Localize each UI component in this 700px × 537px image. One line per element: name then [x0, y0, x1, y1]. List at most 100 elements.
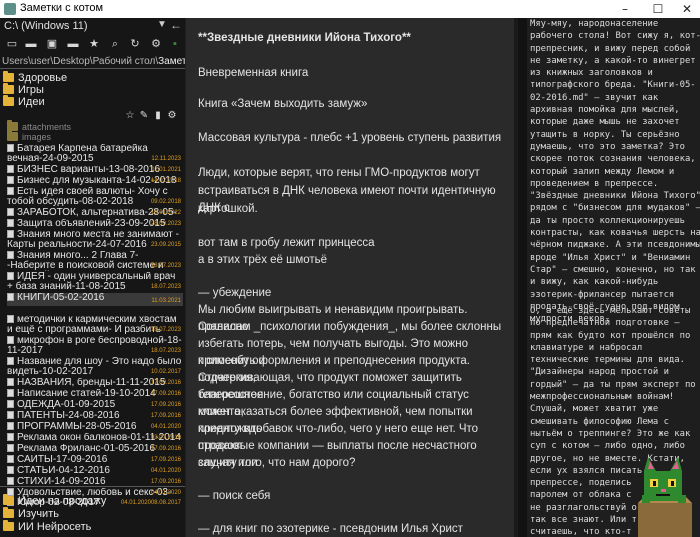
note-title: СТАТЬИ-04-12-2016	[17, 466, 110, 476]
note-item[interactable]: ИДЕЯ - один универсальный врач + база зн…	[7, 272, 183, 292]
document-icon	[7, 208, 14, 216]
panel-splitter[interactable]	[518, 18, 527, 537]
folder-item[interactable]: Изучить	[3, 507, 59, 521]
note-title: Защита объявлений-23-09-2015	[17, 219, 166, 229]
note-date: 04.01.2020	[150, 490, 181, 496]
app-cat-icon	[4, 3, 16, 15]
note-date: 17.09.2016	[150, 413, 181, 419]
document-icon	[7, 336, 14, 344]
note-item[interactable]: Знания много... 2 Глава 7- -Наберите в п…	[7, 251, 183, 271]
note-date: 04.01.2020	[150, 468, 181, 474]
note-item[interactable]: Знания много места не занимают - Карты р…	[7, 230, 183, 250]
note-title: ОДЕЖДА-01-09-2015	[17, 400, 116, 410]
note-item[interactable]: Есть идея своей валюты- Хочу с тобой обс…	[7, 187, 183, 207]
note-date: 11.03.2021	[151, 298, 181, 304]
open-folder-icon[interactable]: ▬	[24, 37, 38, 51]
trash-icon[interactable]: ▮	[151, 110, 165, 121]
document-icon	[7, 315, 14, 323]
note-item[interactable]: СТАТЬИ-04-12-2016 04.01.2020	[7, 466, 183, 476]
folder-label: Идеи	[18, 96, 45, 108]
folder-item[interactable]: Идеи на продажу	[3, 494, 106, 508]
document-icon	[7, 230, 14, 238]
note-item[interactable]: НАЗВАНИЯ, бренды-11-11-2015 17.09.2016	[7, 378, 183, 388]
note-date: 17.09.2016	[150, 391, 181, 397]
note-date: 04.01.202008.08.2017	[120, 500, 181, 506]
note-item[interactable]: КНИГИ-05-02-2016 11.03.2021	[7, 293, 183, 306]
star-icon[interactable]: ☆	[123, 110, 137, 121]
folder-actions: ☆ ✎ ▮ ⚙	[123, 110, 183, 122]
note-item[interactable]: Защита объявлений-23-09-2015 28.09.2023	[7, 219, 183, 229]
note-item[interactable]: Реклама окон балконов-01-11-2014 03.07.20…	[7, 433, 183, 443]
folder-item[interactable]: Идеи	[3, 95, 45, 109]
note-item[interactable]: Написание статей-19-10-2014 17.09.2016	[7, 389, 183, 399]
terminal-icon[interactable]: ▪	[168, 37, 182, 51]
new-file-icon[interactable]: ▭	[5, 37, 19, 51]
document-icon	[7, 293, 14, 301]
note-date: 14.02.2018	[150, 178, 181, 184]
sidebar-toolbar: ▭ ▬ ▣ ▬ ★ ⌕ ↻ ⚙ ▪	[0, 37, 185, 55]
folder-icon	[3, 95, 14, 106]
folder-item[interactable]: ИИ Нейросеть	[3, 520, 92, 534]
document-icon	[7, 411, 14, 419]
note-item[interactable]: ПРОГРАММЫ-28-05-2016 04.01.2020	[7, 422, 183, 432]
cat-comment-panel: Мяу-мяу, народонаселение рабочего стола!…	[527, 18, 700, 537]
note-item[interactable]: ПАТЕНТЫ-24-08-2016 17.09.2016	[7, 411, 183, 421]
search-icon[interactable]: ⌕	[108, 37, 122, 51]
editor-line: **Звездные дневники Ийона Тихого**	[198, 32, 411, 44]
note-item[interactable]: Название для шоу - Это надо было видеть-…	[7, 357, 183, 377]
note-item[interactable]: САЙТЫ-17-09-2016 17.09.2016	[7, 455, 183, 465]
note-title: ПРОГРАММЫ-28-05-2016	[17, 422, 137, 432]
document-icon	[7, 187, 14, 195]
folder-label: ИИ Нейросеть	[18, 521, 92, 533]
document-icon	[7, 219, 14, 227]
cat-comment-paragraph: Мяу-мяу, народонаселение рабочего стола!…	[530, 19, 700, 325]
note-title: Знания много... 2 Глава 7- -Наберите в п…	[7, 251, 164, 271]
gear-icon[interactable]: ⚙	[165, 110, 179, 121]
back-arrow-icon[interactable]: ←	[170, 18, 182, 32]
drive-selector[interactable]: C:\ (Windows 11)	[4, 20, 88, 36]
title-bar: Заметки с котом – ☐ ✕	[0, 0, 700, 18]
note-title: НАЗВАНИЯ, бренды-11-11-2015	[17, 378, 166, 388]
computer-icon[interactable]: ▣	[45, 37, 59, 51]
document-icon	[7, 165, 14, 173]
note-title: БИЗНЕС варианты-13-08-2016	[17, 165, 160, 175]
subfolder-images[interactable]: images	[7, 130, 51, 145]
note-date: 18.07.2023	[150, 327, 181, 333]
note-date: 03.07.2019	[150, 435, 181, 441]
chevron-down-icon[interactable]: ▼	[157, 19, 167, 30]
note-item[interactable]: методички к кармическим хвостам и ещё с …	[7, 315, 183, 335]
star-icon[interactable]: ★	[87, 37, 101, 51]
note-item[interactable]: БИЗНЕС варианты-13-08-2016 11.01.2021	[7, 165, 183, 175]
note-item[interactable]: ОДЕЖДА-01-09-2015 17.09.2016	[7, 400, 183, 410]
window-title: Заметки с котом	[20, 2, 104, 14]
note-item[interactable]: Реклама Фриланс-01-05-2016 17.09.2016	[7, 444, 183, 454]
note-item[interactable]: ЗАРАБОТОК, альтернатива-28-05-201610.01.…	[7, 208, 183, 218]
sidebar: C:\ (Windows 11) ▼ ← ▭ ▬ ▣ ▬ ★ ⌕ ↻ ⚙ ▪ U…	[0, 18, 185, 537]
breadcrumb-prefix: Users\user\Desktop\Рабочий стол\	[2, 56, 159, 67]
maximize-button[interactable]: ☐	[643, 0, 673, 18]
note-editor[interactable]: **Звездные дневники Ийона Тихого** Вневре…	[186, 18, 518, 537]
monitor-icon[interactable]: ▬	[66, 37, 80, 51]
settings-icon[interactable]: ⚙	[149, 37, 163, 51]
breadcrumb-current: Заметки	[158, 56, 185, 67]
document-icon	[7, 400, 14, 408]
note-title: КНИГИ-05-02-2016	[17, 293, 105, 303]
note-date: 17.09.2016	[150, 380, 181, 386]
editor-line: защиту того, что нам дорого?	[198, 457, 356, 469]
note-item[interactable]: микрофон в роге беспроводной-18-11-2017 1…	[7, 336, 183, 356]
pencil-icon[interactable]: ✎	[137, 110, 151, 121]
document-icon	[7, 466, 14, 474]
editor-line: вот там в гробу лежит принцесса	[198, 237, 375, 249]
note-item[interactable]: СТИХИ-14-09-2016 17.09.2016	[7, 477, 183, 487]
app-window: Заметки с котом – ☐ ✕ C:\ (Windows 11) ▼…	[0, 0, 700, 537]
document-icon	[7, 389, 14, 397]
close-button[interactable]: ✕	[672, 0, 700, 18]
note-date: 04.01.2020	[150, 424, 181, 430]
refresh-icon[interactable]: ↻	[128, 37, 142, 51]
document-icon	[7, 251, 14, 259]
note-item[interactable]: Батарея Карпена батарейка вечная-24-09-2…	[7, 144, 183, 164]
note-item[interactable]: Бизнес для музыканта-14-02-2018 14.02.201…	[7, 176, 183, 186]
folder-icon	[3, 520, 14, 531]
note-date: 18.07.2023	[150, 284, 181, 290]
minimize-button[interactable]: –	[610, 0, 640, 18]
